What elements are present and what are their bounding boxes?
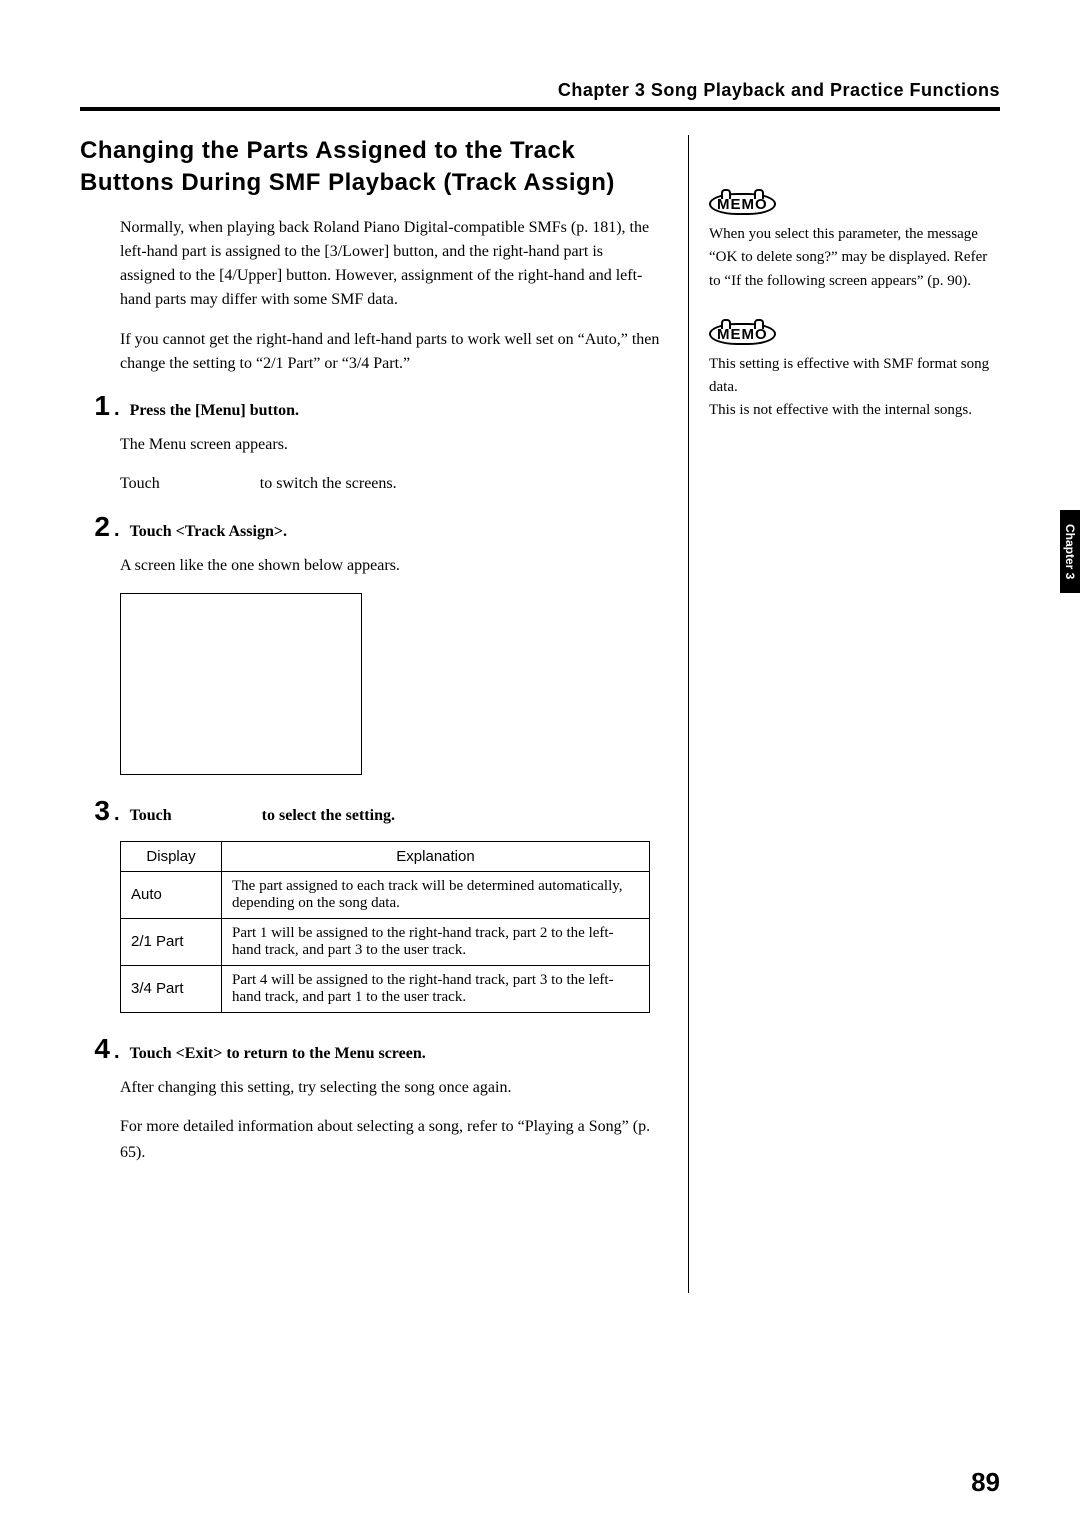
side-tab-chapter: Chapter 3 (1060, 510, 1080, 593)
step-number: 4 (80, 1033, 110, 1065)
step-4-sub1: After changing this setting, try selecti… (120, 1075, 660, 1101)
step-number: 3 (80, 795, 110, 827)
intro-paragraph-2: If you cannot get the right-hand and lef… (120, 328, 660, 376)
section-title: Changing the Parts Assigned to the Track… (80, 135, 660, 200)
memo-icon: MEMO (709, 193, 776, 215)
page-number: 89 (971, 1467, 1000, 1498)
step-dot: . (114, 803, 120, 826)
header-rule (80, 107, 1000, 111)
chapter-header: Chapter 3 Song Playback and Practice Fun… (80, 80, 1000, 101)
step-1-label: Press the [Menu] button. (130, 402, 299, 420)
step-2-label: Touch <Track Assign>. (130, 523, 287, 541)
memo-2-text: This setting is effective with SMF forma… (709, 353, 1000, 423)
table-row: 2/1 Part Part 1 will be assigned to the … (121, 918, 650, 965)
cell-display: 3/4 Part (121, 965, 222, 1012)
step-3: 3. Touch to select the setting. (80, 795, 660, 827)
step-dot: . (114, 398, 120, 421)
step-2: 2. Touch <Track Assign>. (80, 511, 660, 543)
th-display: Display (121, 841, 222, 871)
step-1-sub2: Touch to switch the screens. (120, 471, 660, 497)
memo-block-1: MEMO When you select this parameter, the… (709, 193, 1000, 293)
memo-1-text: When you select this parameter, the mess… (709, 223, 1000, 293)
step-1-sub1: The Menu screen appears. (120, 432, 660, 458)
memo-icon: MEMO (709, 323, 776, 345)
cell-explanation: Part 4 will be assigned to the right-han… (222, 965, 650, 1012)
step-4-label: Touch <Exit> to return to the Menu scree… (130, 1045, 426, 1063)
options-table: Display Explanation Auto The part assign… (120, 841, 650, 1013)
intro-paragraph-1: Normally, when playing back Roland Piano… (120, 216, 660, 312)
table-row: Auto The part assigned to each track wil… (121, 871, 650, 918)
cell-display: 2/1 Part (121, 918, 222, 965)
step-3-label: Touch to select the setting. (130, 807, 395, 825)
th-explanation: Explanation (222, 841, 650, 871)
step-1: 1. Press the [Menu] button. (80, 390, 660, 422)
cell-display: Auto (121, 871, 222, 918)
step-4-sub2: For more detailed information about sele… (120, 1114, 660, 1165)
step-number: 1 (80, 390, 110, 422)
table-header-row: Display Explanation (121, 841, 650, 871)
table-row: 3/4 Part Part 4 will be assigned to the … (121, 965, 650, 1012)
memo-block-2: MEMO This setting is effective with SMF … (709, 323, 1000, 423)
cell-explanation: The part assigned to each track will be … (222, 871, 650, 918)
step-number: 2 (80, 511, 110, 543)
step-2-sub1: A screen like the one shown below appear… (120, 553, 660, 579)
step-4: 4. Touch <Exit> to return to the Menu sc… (80, 1033, 660, 1065)
step-dot: . (114, 1041, 120, 1064)
step-1-sub2a: Touch (120, 475, 160, 492)
step-3-label-b: to select the setting. (262, 807, 395, 824)
cell-explanation: Part 1 will be assigned to the right-han… (222, 918, 650, 965)
screenshot-placeholder (120, 593, 362, 775)
step-1-sub2b: to switch the screens. (260, 475, 397, 492)
step-3-label-a: Touch (130, 807, 172, 824)
step-dot: . (114, 519, 120, 542)
